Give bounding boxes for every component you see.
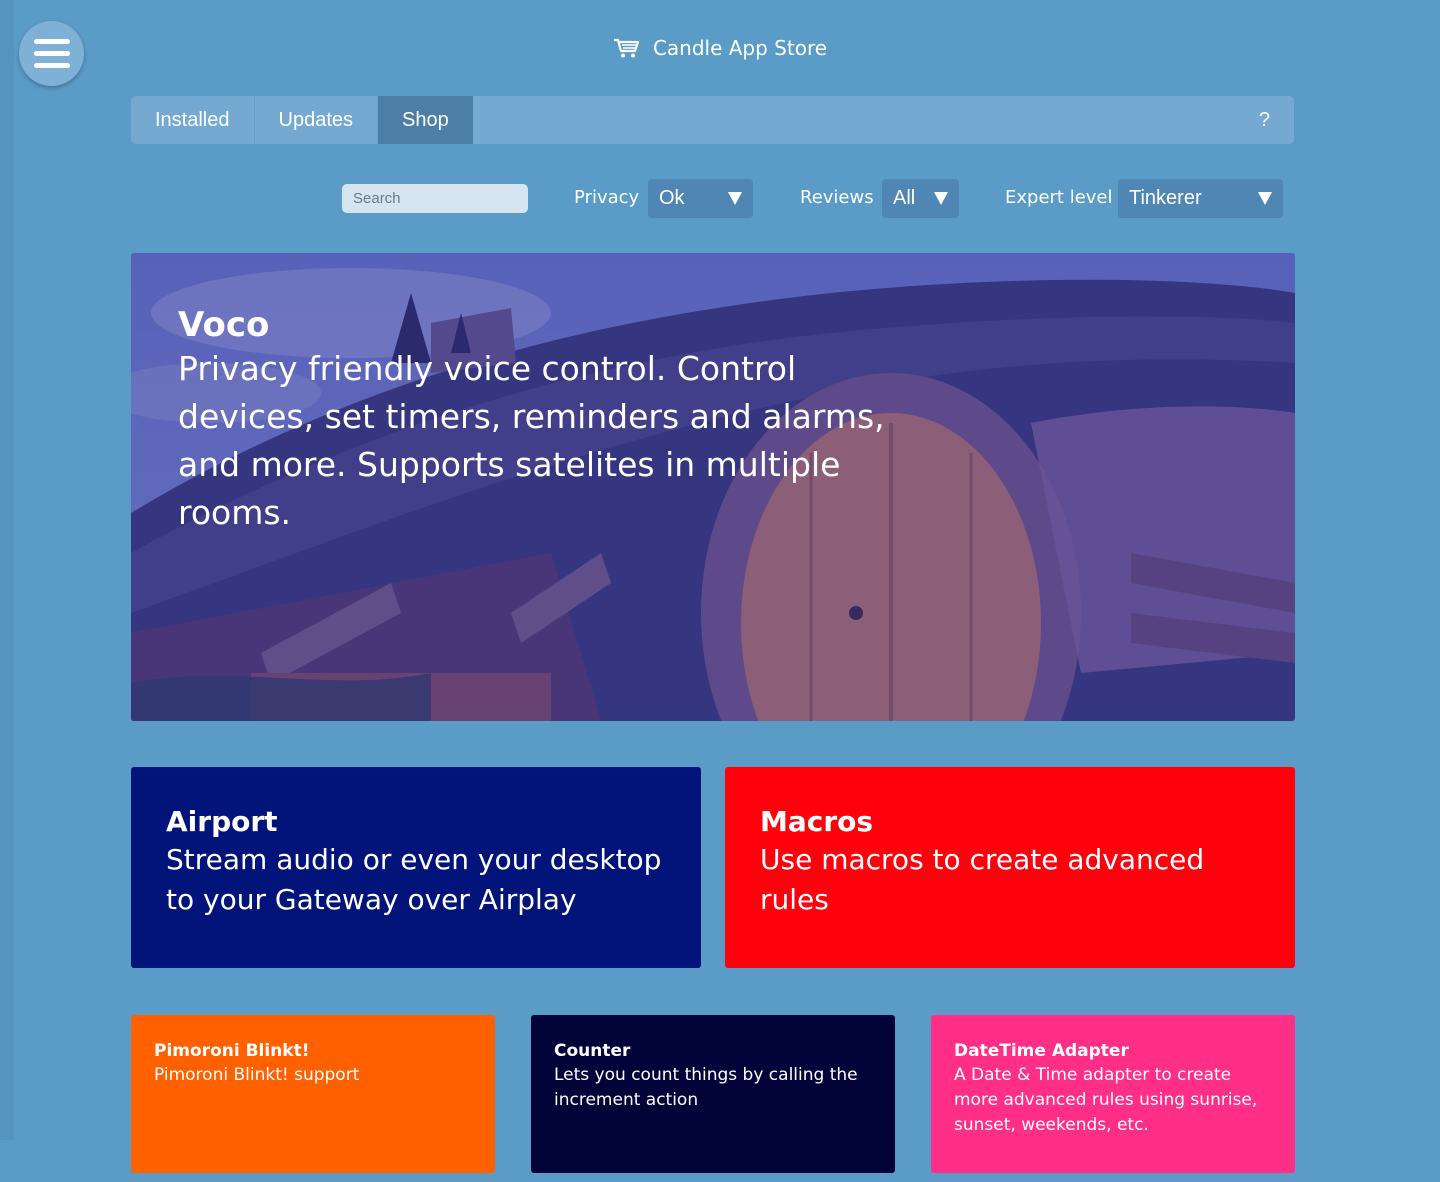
app-card-description: Use macros to create advanced rules — [760, 843, 1205, 916]
app-card-description: Pimoroni Blinkt! support — [154, 1065, 360, 1085]
featured-app-banner[interactable]: Voco Privacy friendly voice control. Con… — [131, 253, 1295, 721]
privacy-value: Ok — [659, 187, 685, 209]
app-card-description: Stream audio or even your desktop to you… — [166, 843, 662, 916]
expert-level-value: Tinkerer — [1129, 187, 1202, 209]
chevron-down-icon — [1258, 192, 1272, 205]
app-card-counter[interactable]: Counter Lets you count things by calling… — [531, 1015, 895, 1173]
tab-bar: Installed Updates Shop ? — [131, 96, 1294, 144]
app-card-title: Airport — [166, 805, 278, 838]
app-card-airport[interactable]: Airport Stream audio or even your deskto… — [131, 767, 701, 968]
chevron-down-icon — [934, 192, 948, 205]
tab-installed[interactable]: Installed — [131, 96, 255, 144]
app-header: Candle App Store — [0, 32, 1440, 64]
app-card-pimoroni-blinkt[interactable]: Pimoroni Blinkt! Pimoroni Blinkt! suppor… — [131, 1015, 495, 1173]
app-card-title: Counter — [554, 1041, 631, 1061]
expert-level-select[interactable]: Tinkerer — [1118, 179, 1283, 218]
featured-app-description: Privacy friendly voice control. Control … — [178, 349, 885, 532]
app-card-description: A Date & Time adapter to create more adv… — [954, 1065, 1258, 1135]
featured-app-title: Voco — [178, 305, 270, 345]
tab-shop[interactable]: Shop — [378, 96, 473, 144]
help-button[interactable]: ? — [1235, 96, 1294, 144]
privacy-label: Privacy — [574, 187, 640, 208]
left-edge-strip — [0, 0, 14, 1140]
tab-updates[interactable]: Updates — [255, 96, 378, 144]
expert-level-label: Expert level — [1005, 187, 1113, 208]
chevron-down-icon — [728, 192, 742, 205]
app-card-title: DateTime Adapter — [954, 1041, 1129, 1061]
privacy-select[interactable]: Ok — [648, 179, 753, 218]
app-title: Candle App Store — [652, 36, 828, 60]
app-card-description: Lets you count things by calling the inc… — [554, 1065, 858, 1110]
reviews-label: Reviews — [800, 187, 874, 208]
reviews-value: All — [893, 187, 916, 209]
search-input[interactable] — [342, 184, 528, 213]
filter-bar: Privacy Ok Reviews All Expert level Tink… — [0, 179, 1440, 219]
app-card-title: Pimoroni Blinkt! — [154, 1041, 310, 1061]
app-card-title: Macros — [760, 805, 874, 838]
cart-icon — [613, 38, 640, 58]
reviews-select[interactable]: All — [882, 179, 959, 218]
app-card-macros[interactable]: Macros Use macros to create advanced rul… — [725, 767, 1295, 968]
app-card-datetime-adapter[interactable]: DateTime Adapter A Date & Time adapter t… — [931, 1015, 1295, 1173]
